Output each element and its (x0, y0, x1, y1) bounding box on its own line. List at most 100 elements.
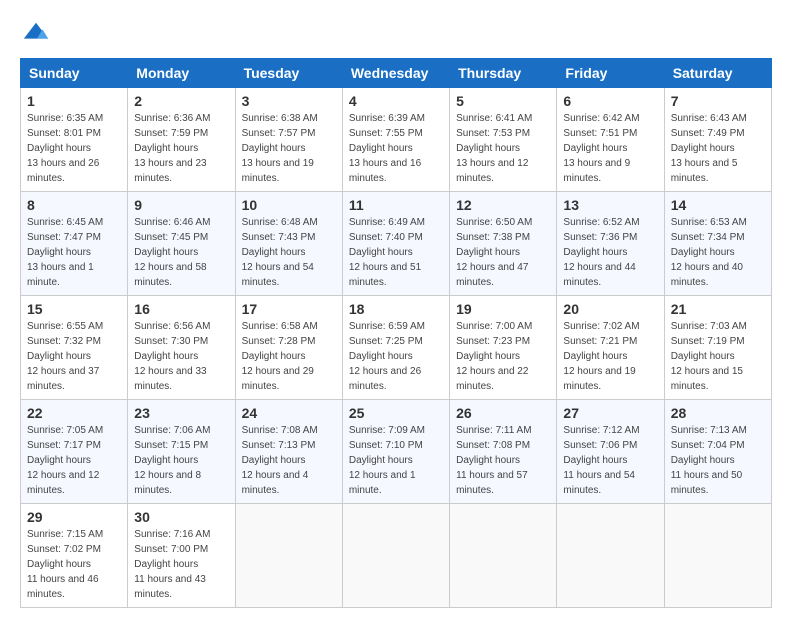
header-thursday: Thursday (450, 59, 557, 88)
day-info: Sunrise: 6:53 AMSunset: 7:34 PMDaylight … (671, 215, 765, 290)
calendar-cell: 7 Sunrise: 6:43 AMSunset: 7:49 PMDaylight… (664, 88, 771, 192)
day-number: 2 (134, 93, 228, 109)
calendar-cell: 19 Sunrise: 7:00 AMSunset: 7:23 PMDayligh… (450, 296, 557, 400)
calendar-cell: 9Sunrise: 6:46 AMSunset: 7:45 PMDaylight… (128, 192, 235, 296)
day-info: Sunrise: 6:52 AMSunset: 7:36 PMDaylight … (563, 215, 657, 290)
calendar-cell: 24Sunrise: 7:08 AMSunset: 7:13 PMDayligh… (235, 400, 342, 504)
day-number: 6 (563, 93, 657, 109)
calendar-cell (450, 504, 557, 608)
calendar-cell: 26 Sunrise: 7:11 AMSunset: 7:08 PMDayligh… (450, 400, 557, 504)
day-info: Sunrise: 6:35 AMSunset: 8:01 PMDaylight … (27, 111, 121, 186)
day-number: 7 (671, 93, 765, 109)
calendar-cell: 29 Sunrise: 7:15 AMSunset: 7:02 PMDayligh… (21, 504, 128, 608)
header-saturday: Saturday (664, 59, 771, 88)
calendar-cell: 5Sunrise: 6:41 AMSunset: 7:53 PMDaylight… (450, 88, 557, 192)
day-number: 22 (27, 405, 121, 421)
day-info: Sunrise: 7:00 AMSunset: 7:23 PMDaylight … (456, 319, 550, 394)
day-info: Sunrise: 6:42 AMSunset: 7:51 PMDaylight … (563, 111, 657, 186)
calendar-cell: 13 Sunrise: 6:52 AMSunset: 7:36 PMDayligh… (557, 192, 664, 296)
calendar-header: Sunday Monday Tuesday Wednesday Thursday… (21, 59, 772, 88)
day-number: 14 (671, 197, 765, 213)
day-number: 1 (27, 93, 121, 109)
calendar-cell: 17 Sunrise: 6:58 AMSunset: 7:28 PMDayligh… (235, 296, 342, 400)
calendar-cell: 3 Sunrise: 6:38 AMSunset: 7:57 PMDaylight… (235, 88, 342, 192)
calendar-cell: 10 Sunrise: 6:48 AMSunset: 7:43 PMDayligh… (235, 192, 342, 296)
day-info: Sunrise: 7:03 AMSunset: 7:19 PMDaylight … (671, 319, 765, 394)
day-info: Sunrise: 6:48 AMSunset: 7:43 PMDaylight … (242, 215, 336, 290)
logo-icon (22, 20, 50, 48)
day-number: 20 (563, 301, 657, 317)
day-info: Sunrise: 6:56 AMSunset: 7:30 PMDaylight … (134, 319, 228, 394)
calendar-cell: 16 Sunrise: 6:56 AMSunset: 7:30 PMDayligh… (128, 296, 235, 400)
day-number: 3 (242, 93, 336, 109)
week-row-5: 29 Sunrise: 7:15 AMSunset: 7:02 PMDayligh… (21, 504, 772, 608)
day-number: 15 (27, 301, 121, 317)
header-row: Sunday Monday Tuesday Wednesday Thursday… (21, 59, 772, 88)
week-row-1: 1 Sunrise: 6:35 AMSunset: 8:01 PMDaylight… (21, 88, 772, 192)
calendar-table: Sunday Monday Tuesday Wednesday Thursday… (20, 58, 772, 608)
calendar-cell (664, 504, 771, 608)
day-info: Sunrise: 6:50 AMSunset: 7:38 PMDaylight … (456, 215, 550, 290)
day-info: Sunrise: 6:43 AMSunset: 7:49 PMDaylight … (671, 111, 765, 186)
day-info: Sunrise: 6:55 AMSunset: 7:32 PMDaylight … (27, 319, 121, 394)
day-number: 13 (563, 197, 657, 213)
day-info: Sunrise: 6:38 AMSunset: 7:57 PMDaylight … (242, 111, 336, 186)
day-number: 17 (242, 301, 336, 317)
calendar-cell: 14 Sunrise: 6:53 AMSunset: 7:34 PMDayligh… (664, 192, 771, 296)
calendar-cell: 30 Sunrise: 7:16 AMSunset: 7:00 PMDayligh… (128, 504, 235, 608)
day-info: Sunrise: 7:11 AMSunset: 7:08 PMDaylight … (456, 423, 550, 498)
calendar-cell: 22 Sunrise: 7:05 AMSunset: 7:17 PMDayligh… (21, 400, 128, 504)
day-number: 5 (456, 93, 550, 109)
logo (20, 20, 52, 48)
week-row-4: 22 Sunrise: 7:05 AMSunset: 7:17 PMDayligh… (21, 400, 772, 504)
calendar-cell: 21 Sunrise: 7:03 AMSunset: 7:19 PMDayligh… (664, 296, 771, 400)
header-monday: Monday (128, 59, 235, 88)
day-number: 26 (456, 405, 550, 421)
day-info: Sunrise: 7:16 AMSunset: 7:00 PMDaylight … (134, 527, 228, 602)
day-number: 27 (563, 405, 657, 421)
day-info: Sunrise: 6:49 AMSunset: 7:40 PMDaylight … (349, 215, 443, 290)
day-number: 19 (456, 301, 550, 317)
calendar-cell: 12 Sunrise: 6:50 AMSunset: 7:38 PMDayligh… (450, 192, 557, 296)
day-info: Sunrise: 7:15 AMSunset: 7:02 PMDaylight … (27, 527, 121, 602)
calendar-cell: 25Sunrise: 7:09 AMSunset: 7:10 PMDayligh… (342, 400, 449, 504)
calendar-cell: 27 Sunrise: 7:12 AMSunset: 7:06 PMDayligh… (557, 400, 664, 504)
day-number: 4 (349, 93, 443, 109)
day-number: 24 (242, 405, 336, 421)
day-number: 28 (671, 405, 765, 421)
day-number: 16 (134, 301, 228, 317)
calendar-cell: 15 Sunrise: 6:55 AMSunset: 7:32 PMDayligh… (21, 296, 128, 400)
day-number: 8 (27, 197, 121, 213)
header-friday: Friday (557, 59, 664, 88)
calendar-cell (235, 504, 342, 608)
day-info: Sunrise: 7:12 AMSunset: 7:06 PMDaylight … (563, 423, 657, 498)
day-info: Sunrise: 6:58 AMSunset: 7:28 PMDaylight … (242, 319, 336, 394)
calendar-cell: 1 Sunrise: 6:35 AMSunset: 8:01 PMDaylight… (21, 88, 128, 192)
day-number: 18 (349, 301, 443, 317)
calendar-cell: 11 Sunrise: 6:49 AMSunset: 7:40 PMDayligh… (342, 192, 449, 296)
day-number: 21 (671, 301, 765, 317)
week-row-2: 8Sunrise: 6:45 AMSunset: 7:47 PMDaylight… (21, 192, 772, 296)
calendar-cell: 28 Sunrise: 7:13 AMSunset: 7:04 PMDayligh… (664, 400, 771, 504)
day-info: Sunrise: 7:06 AMSunset: 7:15 PMDaylight … (134, 423, 228, 498)
day-number: 10 (242, 197, 336, 213)
day-info: Sunrise: 7:02 AMSunset: 7:21 PMDaylight … (563, 319, 657, 394)
day-info: Sunrise: 6:39 AMSunset: 7:55 PMDaylight … (349, 111, 443, 186)
day-info: Sunrise: 6:36 AMSunset: 7:59 PMDaylight … (134, 111, 228, 186)
calendar-cell: 8Sunrise: 6:45 AMSunset: 7:47 PMDaylight… (21, 192, 128, 296)
day-info: Sunrise: 6:46 AMSunset: 7:45 PMDaylight … (134, 215, 228, 290)
day-number: 30 (134, 509, 228, 525)
page-header (20, 20, 772, 48)
week-row-3: 15 Sunrise: 6:55 AMSunset: 7:32 PMDayligh… (21, 296, 772, 400)
header-tuesday: Tuesday (235, 59, 342, 88)
calendar-cell: 23 Sunrise: 7:06 AMSunset: 7:15 PMDayligh… (128, 400, 235, 504)
day-number: 29 (27, 509, 121, 525)
day-number: 12 (456, 197, 550, 213)
calendar-cell: 20 Sunrise: 7:02 AMSunset: 7:21 PMDayligh… (557, 296, 664, 400)
calendar-cell: 2 Sunrise: 6:36 AMSunset: 7:59 PMDaylight… (128, 88, 235, 192)
day-info: Sunrise: 7:13 AMSunset: 7:04 PMDaylight … (671, 423, 765, 498)
day-number: 23 (134, 405, 228, 421)
calendar-cell (342, 504, 449, 608)
day-number: 11 (349, 197, 443, 213)
day-info: Sunrise: 7:05 AMSunset: 7:17 PMDaylight … (27, 423, 121, 498)
